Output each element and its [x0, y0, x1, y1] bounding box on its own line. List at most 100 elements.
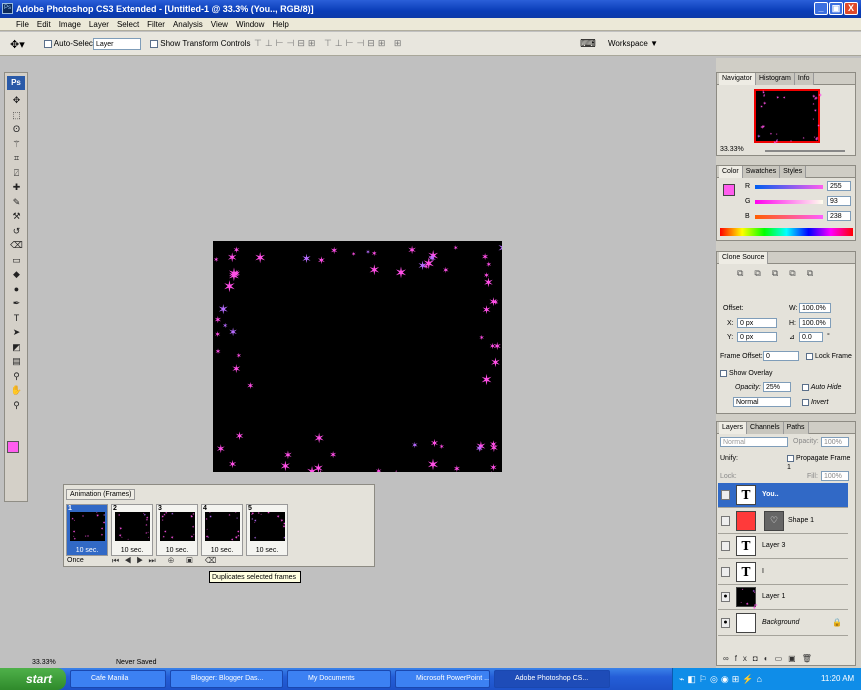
clone-source-buttons-icon[interactable]: ⧉⧉⧉⧉⧉	[737, 268, 824, 279]
auto-select-dropdown[interactable]: Layer	[93, 38, 141, 50]
g-slider[interactable]	[755, 200, 823, 204]
notes-tool-icon[interactable]: ▤	[9, 356, 24, 367]
r-field[interactable]: 255	[827, 181, 851, 191]
blend-mode-dropdown[interactable]: Normal	[720, 437, 788, 447]
menu-select[interactable]: Select	[113, 18, 143, 31]
menu-view[interactable]: View	[207, 18, 232, 31]
menu-layer[interactable]: Layer	[85, 18, 113, 31]
animation-tab[interactable]: Animation (Frames)	[66, 489, 136, 500]
show-overlay-checkbox[interactable]: Show Overlay	[720, 369, 773, 378]
frame-delay[interactable]: 10 sec.	[67, 547, 107, 554]
layer-visibility-icon[interactable]	[721, 566, 730, 577]
eraser-tool-icon[interactable]: ⌫	[9, 240, 24, 251]
layer-visibility-icon[interactable]: ●	[721, 617, 730, 628]
playback-controls-icon[interactable]: ⏮◀▶⏭ ⊕ ▣ ⌫	[112, 556, 221, 566]
offset-x-field[interactable]: 0 px	[737, 318, 777, 328]
tab-swatches[interactable]: Swatches	[742, 166, 781, 178]
r-slider[interactable]	[755, 185, 823, 189]
taskbar-button[interactable]: My Documents	[287, 670, 391, 688]
align-buttons-icon[interactable]: ⊤⊥⊢⊣⊟⊞ ⊤⊥⊢⊣⊟⊞ ⊞	[254, 38, 404, 49]
lock-frame-checkbox[interactable]: Lock Frame	[806, 352, 852, 361]
scale-w-field[interactable]: 100.0%	[799, 303, 831, 313]
b-slider[interactable]	[755, 215, 823, 219]
layer-row[interactable]: T You..	[718, 483, 848, 508]
layer-visibility-icon[interactable]	[721, 541, 730, 551]
restore-button[interactable]: ▣	[829, 2, 843, 15]
color-foreground-swatch[interactable]	[723, 184, 735, 196]
marquee-tool-icon[interactable]: ⬚	[9, 110, 24, 121]
move-tool-preset-icon[interactable]: ✥▾	[10, 38, 25, 51]
frame-delay[interactable]: 10 sec.	[157, 547, 197, 554]
tab-styles[interactable]: Styles	[780, 166, 807, 178]
loop-dropdown[interactable]: Once	[67, 557, 107, 564]
menu-edit[interactable]: Edit	[33, 18, 55, 31]
pen-tool-icon[interactable]: ✒	[9, 298, 24, 309]
propagate-checkbox[interactable]: Propagate Frame 1	[787, 454, 855, 472]
tab-navigator[interactable]: Navigator	[719, 73, 756, 85]
shape-tool-icon[interactable]: ◩	[9, 342, 24, 353]
hand-tool-icon[interactable]: ✋	[9, 385, 24, 396]
menu-filter[interactable]: Filter	[143, 18, 169, 31]
b-field[interactable]: 238	[827, 211, 851, 221]
layer-visibility-icon[interactable]	[721, 515, 730, 526]
angle-field[interactable]: 0.0	[799, 332, 823, 342]
zoom-tool-icon[interactable]: ⚲	[9, 400, 24, 411]
layer-row[interactable]: ♡ Shape 1	[718, 508, 848, 534]
tab-channels[interactable]: Channels	[747, 422, 784, 434]
workspace-menu[interactable]: Workspace ▼	[608, 39, 658, 48]
menu-window[interactable]: Window	[232, 18, 268, 31]
overlay-opacity-field[interactable]: 25%	[763, 382, 791, 392]
animation-frame[interactable]: 5 ✶ ✶ ✶ ✶ ✶ ✶ ✶ ✶ ✶ ✶ ✶ ✶ ✶ ✶ 10 sec.	[246, 504, 288, 556]
brush-tool-icon[interactable]: ✎	[9, 197, 24, 208]
layer-opacity-field[interactable]: 100%	[821, 437, 849, 447]
eyedropper-tool-icon[interactable]: ⚲	[9, 371, 24, 382]
color-spectrum-ramp[interactable]	[720, 228, 853, 236]
animation-frame[interactable]: 4 ✶ ✶ ✶ ✶ ✶ ✶ ✶ ✶ ✶ ✶ ✶ ✶ ✶ ✶ 10 sec.	[201, 504, 243, 556]
layer-visibility-icon[interactable]	[721, 490, 730, 500]
show-transform-checkbox[interactable]: Show Transform Controls	[150, 39, 251, 48]
animation-frame[interactable]: 2 ✶ ✶ ✶ ✶ ✶ ✶ ✶ ✶ ✶ ✶ ✶ ✶ ✶ ✶ 10 sec.	[111, 504, 153, 556]
foreground-color-swatch[interactable]	[7, 441, 19, 453]
taskbar-button[interactable]: Blogger: Blogger Das...	[170, 670, 283, 688]
magic-wand-tool-icon[interactable]: ⚚	[9, 139, 24, 150]
menu-analysis[interactable]: Analysis	[169, 18, 207, 31]
auto-select-checkbox[interactable]: Auto-Select:	[44, 39, 97, 48]
healing-tool-icon[interactable]: ✚	[9, 182, 24, 193]
layer-row[interactable]: T Layer 3	[718, 534, 848, 559]
overlay-mode-dropdown[interactable]: Normal	[733, 397, 791, 407]
tab-info[interactable]: Info	[794, 73, 814, 85]
tab-layers[interactable]: Layers	[719, 422, 748, 434]
tab-paths[interactable]: Paths	[783, 422, 809, 434]
path-select-tool-icon[interactable]: ➤	[9, 327, 24, 338]
offset-y-field[interactable]: 0 px	[737, 332, 777, 342]
close-button[interactable]: X	[844, 2, 858, 15]
tab-histogram[interactable]: Histogram	[755, 73, 795, 85]
dodge-tool-icon[interactable]: ●	[9, 284, 24, 295]
menu-image[interactable]: Image	[55, 18, 85, 31]
stamp-tool-icon[interactable]: ⚒	[9, 211, 24, 222]
animation-frame[interactable]: 1 ✶ ✶ ✶ ✶ ✶ ✶ ✶ ✶ ✶ ✶ ✶ ✶ ✶ ✶ 10 sec.	[66, 504, 108, 556]
minimize-button[interactable]: _	[814, 2, 828, 15]
layer-panel-buttons-icon[interactable]: ∞fx◘◐▭▣🗑	[723, 654, 818, 663]
layer-row[interactable]: ● ✶ ✶ ✶ ✶ ✶ ✶ ✶ ✶ Layer 1	[718, 585, 848, 610]
layer-visibility-icon[interactable]: ●	[721, 592, 730, 602]
layer-row[interactable]: TI	[718, 559, 848, 585]
lasso-tool-icon[interactable]: ʘ	[9, 124, 24, 135]
tray-icons-icon[interactable]: ⌁◧⚐◎◉⊞⚡⌂	[679, 668, 765, 690]
taskbar-button[interactable]: Cafe Manila	[70, 670, 166, 688]
navigator-zoom[interactable]: 33.33%	[720, 146, 744, 153]
fill-field[interactable]: 100%	[821, 471, 849, 481]
move-tool-icon[interactable]: ✥	[9, 95, 24, 106]
tab-color[interactable]: Color	[719, 166, 743, 178]
animation-frame[interactable]: 3 ✶ ✶ ✶ ✶ ✶ ✶ ✶ ✶ ✶ ✶ ✶ ✶ ✶ ✶ 10 sec.	[156, 504, 198, 556]
crop-tool-icon[interactable]: ⌗	[9, 153, 24, 164]
menu-help[interactable]: Help	[268, 18, 292, 31]
navigator-preview[interactable]: ✶ ✶ ✶ ✶ ✶ ✶ ✶ ✶ ✶ ✶ ✶ ✶ ✶ ✶ ✶ ✶ ✶ ✶ ✶ ✶ ✶ ✶ ✶ ✶ ✶ ✶ ✶ ✶ ✶ ✶	[754, 89, 822, 144]
slice-tool-icon[interactable]: ⍁	[9, 168, 24, 179]
blur-tool-icon[interactable]: ◆	[9, 269, 24, 280]
frame-delay[interactable]: 10 sec.	[202, 547, 242, 554]
taskbar-button[interactable]: Adobe Photoshop CS...	[494, 670, 610, 688]
layer-row[interactable]: 🔒 ● Background	[718, 610, 848, 636]
history-brush-tool-icon[interactable]: ↺	[9, 226, 24, 237]
status-zoom[interactable]: 33.33%	[32, 659, 56, 666]
